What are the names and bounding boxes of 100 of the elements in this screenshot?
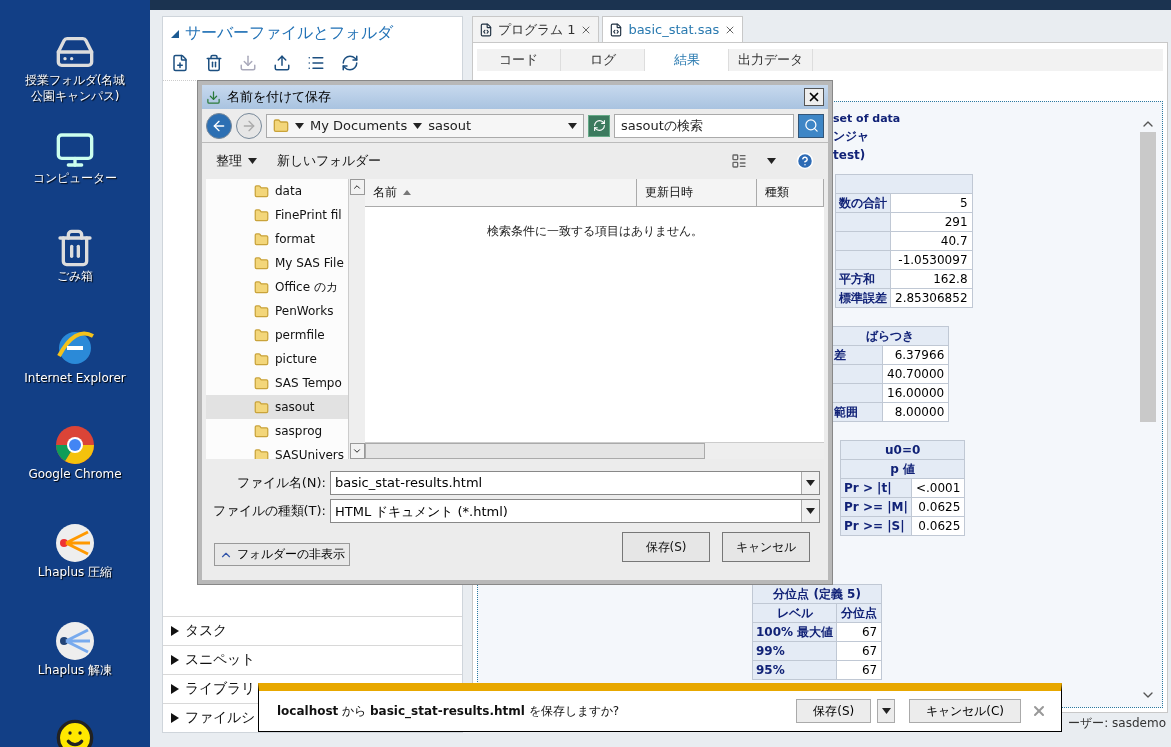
- editor-tab[interactable]: basic_stat.sas: [602, 16, 744, 42]
- dialog-button[interactable]: 保存(S): [622, 532, 710, 562]
- refresh-button[interactable]: [588, 114, 610, 137]
- folder-label: SAS Tempo: [275, 376, 342, 390]
- view-tab[interactable]: 出力データ: [729, 49, 813, 71]
- scroll-up-button[interactable]: [349, 179, 365, 195]
- panel-section[interactable]: スニペット: [163, 645, 462, 674]
- burst-icon[interactable]: [54, 620, 96, 662]
- folder-label: data: [275, 184, 303, 198]
- expand-arrow-icon[interactable]: [171, 684, 179, 694]
- expand-arrow-icon[interactable]: [171, 713, 179, 723]
- scrollbar[interactable]: [348, 179, 365, 459]
- horizontal-scrollbar[interactable]: [365, 442, 824, 459]
- folder-icon: [254, 375, 269, 391]
- chevron-down-icon: [352, 446, 362, 456]
- folder-icon: [254, 303, 269, 319]
- view-icon[interactable]: [731, 153, 747, 169]
- table-caption: u0=0: [840, 440, 965, 460]
- results-subtitle: test): [833, 148, 866, 162]
- upload-icon[interactable]: [273, 54, 291, 72]
- column-header[interactable]: 更新日時: [637, 179, 757, 206]
- section-label: タスク: [185, 622, 227, 640]
- collapse-arrow-icon[interactable]: [171, 28, 179, 39]
- folder-item[interactable]: format: [206, 227, 348, 251]
- download-button[interactable]: キャンセル(C): [909, 699, 1021, 723]
- view-tab[interactable]: コード: [477, 49, 561, 71]
- folder-label: SASUnivers: [275, 448, 345, 459]
- folder-item[interactable]: SASUnivers: [206, 443, 348, 459]
- view-tab[interactable]: 結果: [645, 49, 729, 71]
- forward-button[interactable]: [236, 112, 262, 139]
- folder-icon: [254, 327, 269, 343]
- download-message: localhost から basic_stat-results.html を保存しますか?: [277, 702, 621, 720]
- folder-item[interactable]: data: [206, 179, 348, 203]
- expand-arrow-icon[interactable]: [171, 626, 179, 636]
- toolbar-button[interactable]: 新しいフォルダー: [277, 152, 381, 170]
- folder-icon: [254, 207, 269, 223]
- caret-icon: [806, 480, 815, 486]
- tab-label: basic_stat.sas: [628, 22, 720, 37]
- caret-icon: [248, 158, 257, 164]
- desktop-icon-label: Lhaplus 解凍: [36, 662, 114, 679]
- burst-icon[interactable]: [54, 522, 96, 564]
- folder-icon: [254, 231, 269, 247]
- desktop-icon-label: Lhaplus 圧縮: [36, 564, 114, 581]
- caret-icon: [806, 508, 815, 514]
- dropdown-button[interactable]: [801, 500, 819, 522]
- editor-tab[interactable]: プログラム 1: [472, 16, 600, 42]
- status-user: ーザー: sasdemo: [1068, 714, 1166, 732]
- folder-item[interactable]: FinePrint fil: [206, 203, 348, 227]
- column-label: 種類: [765, 184, 789, 201]
- search-button[interactable]: [798, 113, 824, 138]
- toolbar-button[interactable]: 整理: [216, 152, 257, 170]
- folder-item[interactable]: SAS Tempo: [206, 371, 348, 395]
- folder-icon: [254, 399, 269, 415]
- breadcrumb-item[interactable]: sasout: [428, 118, 471, 133]
- folder-item[interactable]: My SAS File: [206, 251, 348, 275]
- file-type-select[interactable]: HTML ドキュメント (*.html): [330, 499, 820, 523]
- field-label: ファイル名(N):: [235, 474, 327, 492]
- desktop-icon-label: コンピューター: [32, 170, 118, 187]
- folder-icon: [254, 447, 269, 459]
- section-label: スニペット: [185, 651, 255, 669]
- column-label: 更新日時: [645, 184, 693, 201]
- folder-item[interactable]: sasout: [206, 395, 348, 419]
- dialog-button[interactable]: キャンセル: [722, 532, 810, 562]
- folder-item[interactable]: PenWorks: [206, 299, 348, 323]
- column-label: 名前: [373, 184, 397, 201]
- folder-item[interactable]: picture: [206, 347, 348, 371]
- new-file-icon[interactable]: [171, 54, 189, 72]
- folder-item[interactable]: sasprog: [206, 419, 348, 443]
- folder-label: sasout: [275, 400, 315, 414]
- search-icon: [803, 118, 819, 133]
- dropdown-button[interactable]: [801, 472, 819, 494]
- download-button[interactable]: 保存(S): [796, 699, 872, 723]
- properties-icon[interactable]: [307, 54, 325, 72]
- scroll-down-button[interactable]: [349, 443, 365, 459]
- filename-field[interactable]: basic_stat-results.html: [330, 471, 820, 495]
- refresh-icon: [592, 119, 606, 132]
- panel-section[interactable]: タスク: [163, 616, 462, 645]
- dropdown-button[interactable]: [877, 699, 896, 723]
- folder-item[interactable]: permfile: [206, 323, 348, 347]
- table-caption: ばらつき: [830, 326, 949, 346]
- computer-icon[interactable]: [55, 130, 95, 170]
- column-header[interactable]: 種類: [757, 179, 824, 206]
- folder-item[interactable]: Office のカ: [206, 275, 348, 299]
- smiley-icon[interactable]: [55, 718, 95, 747]
- results-title: set of data: [833, 112, 901, 125]
- folder-label: permfile: [275, 328, 325, 342]
- address-bar[interactable]: My Documents sasout: [266, 113, 584, 138]
- delete-icon[interactable]: [205, 54, 223, 72]
- back-button[interactable]: [206, 112, 232, 139]
- breadcrumb-item[interactable]: My Documents: [310, 118, 408, 133]
- folder-icon: [254, 255, 269, 271]
- help-icon[interactable]: [796, 152, 814, 170]
- close-button[interactable]: [804, 88, 824, 106]
- column-header[interactable]: 名前: [365, 179, 637, 206]
- caret-icon: [413, 122, 423, 129]
- refresh-icon[interactable]: [341, 54, 359, 72]
- expand-arrow-icon[interactable]: [171, 655, 179, 665]
- hide-folders-button[interactable]: フォルダーの非表示: [214, 543, 350, 566]
- browser-circle-icon[interactable]: [54, 424, 96, 466]
- search-field[interactable]: sasoutの検索: [614, 113, 794, 138]
